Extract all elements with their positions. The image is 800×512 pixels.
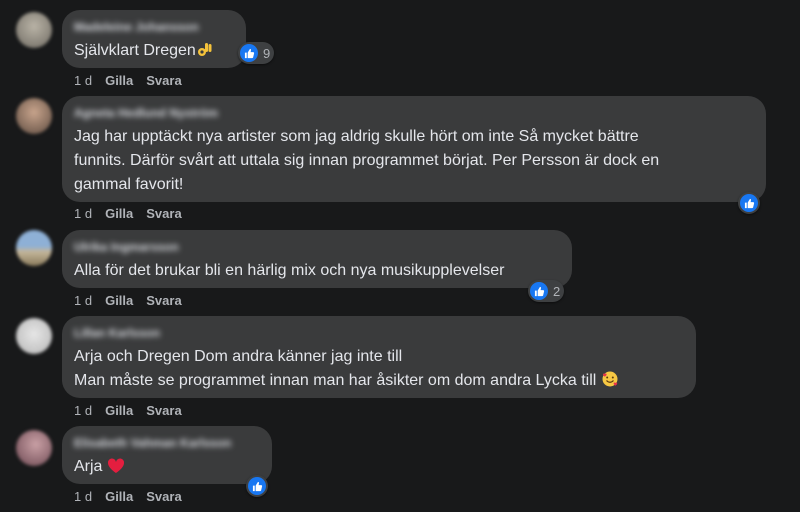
timestamp[interactable]: 1 d bbox=[74, 489, 92, 504]
reaction-summary[interactable] bbox=[738, 192, 760, 214]
reply-button[interactable]: Svara bbox=[146, 206, 181, 221]
timestamp[interactable]: 1 d bbox=[74, 73, 92, 88]
timestamp[interactable]: 1 d bbox=[74, 206, 92, 221]
comment-bubble: Ulrika Ingmarsson Alla för det brukar bl… bbox=[62, 230, 572, 288]
reply-button[interactable]: Svara bbox=[146, 489, 181, 504]
comment-text: Jag har upptäckt nya artister som jag al… bbox=[74, 128, 660, 193]
like-count: 9 bbox=[263, 45, 271, 61]
timestamp[interactable]: 1 d bbox=[74, 403, 92, 418]
ok-hand-icon bbox=[196, 40, 214, 66]
reply-button[interactable]: Svara bbox=[146, 293, 181, 308]
comment-bubble: Madeleine Johansson Självklart Dregen bbox=[62, 10, 246, 68]
reply-button[interactable]: Svara bbox=[146, 73, 181, 88]
thumbs-up-icon bbox=[240, 44, 258, 62]
thumbs-up-icon bbox=[530, 282, 548, 300]
reply-button[interactable]: Svara bbox=[146, 403, 181, 418]
comment-author[interactable]: Madeleine Johansson bbox=[74, 20, 199, 34]
comment-actions: 1 d Gilla Svara bbox=[74, 293, 195, 308]
comment-actions: 1 d Gilla Svara bbox=[74, 73, 195, 88]
like-button[interactable]: Gilla bbox=[105, 73, 133, 88]
red-heart-icon bbox=[107, 458, 125, 482]
reaction-summary[interactable]: 9 bbox=[238, 42, 275, 64]
like-button[interactable]: Gilla bbox=[105, 293, 133, 308]
avatar[interactable] bbox=[16, 98, 52, 134]
comment-actions: 1 d Gilla Svara bbox=[74, 489, 195, 504]
thumbs-up-icon bbox=[740, 194, 758, 212]
avatar[interactable] bbox=[16, 430, 52, 466]
comment-bubble: Agneta Hedlund Nyström Jag har upptäckt … bbox=[62, 96, 766, 202]
comment-actions: 1 d Gilla Svara bbox=[74, 403, 195, 418]
thumbs-up-icon bbox=[248, 477, 266, 495]
like-button[interactable]: Gilla bbox=[105, 403, 133, 418]
like-button[interactable]: Gilla bbox=[105, 489, 133, 504]
comment-text: Arja och Dregen Dom andra känner jag int… bbox=[74, 345, 684, 396]
comment-author[interactable]: Agneta Hedlund Nyström bbox=[74, 106, 218, 120]
like-button[interactable]: Gilla bbox=[105, 206, 133, 221]
avatar[interactable] bbox=[16, 12, 52, 48]
timestamp[interactable]: 1 d bbox=[74, 293, 92, 308]
comment-author[interactable]: Elisabeth Vahman Karlsson bbox=[74, 436, 231, 450]
avatar[interactable] bbox=[16, 230, 52, 266]
comment-bubble: Elisabeth Vahman Karlsson Arja bbox=[62, 426, 272, 484]
comment-actions: 1 d Gilla Svara bbox=[74, 206, 195, 221]
reaction-summary[interactable] bbox=[246, 475, 268, 497]
comment-bubble: Lillan Karlsson Arja och Dregen Dom andr… bbox=[62, 316, 696, 398]
comment-author[interactable]: Lillan Karlsson bbox=[74, 326, 160, 340]
comment-text: Självklart Dregen bbox=[74, 39, 234, 66]
reaction-summary[interactable]: 2 bbox=[528, 280, 565, 302]
like-count: 2 bbox=[553, 283, 561, 299]
comment-text: Alla för det brukar bli en härlig mix oc… bbox=[74, 262, 505, 279]
smiling-face-with-hearts-icon bbox=[601, 370, 619, 396]
avatar[interactable] bbox=[16, 318, 52, 354]
comment-text: Arja bbox=[74, 455, 260, 482]
comment-author[interactable]: Ulrika Ingmarsson bbox=[74, 240, 179, 254]
